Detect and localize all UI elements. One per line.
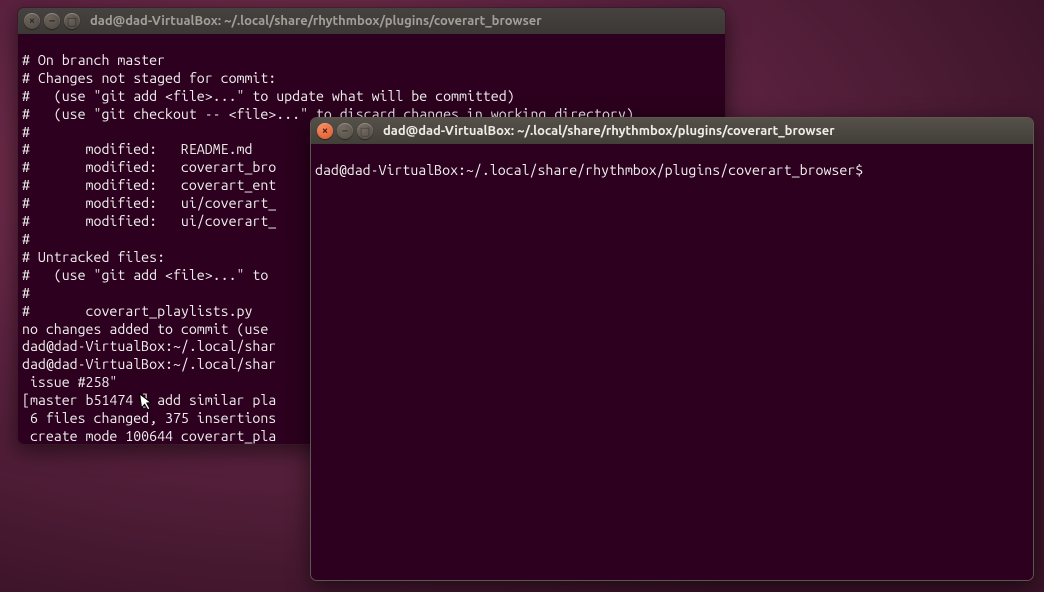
- maximize-icon[interactable]: □: [64, 13, 80, 29]
- output-line: # Changes not staged for commit:: [22, 70, 276, 86]
- output-line: # coverart_playlists.py: [22, 303, 252, 319]
- maximize-icon[interactable]: □: [357, 123, 373, 139]
- output-line: create mode 100644 coverart_pla: [22, 428, 276, 444]
- terminal-prompt: dad@dad-VirtualBox:~/.local/share/rhythm…: [315, 162, 871, 178]
- terminal-output-front[interactable]: dad@dad-VirtualBox:~/.local/share/rhythm…: [311, 144, 1033, 580]
- output-line: #: [22, 231, 30, 247]
- titlebar-front[interactable]: × – □ dad@dad-VirtualBox: ~/.local/share…: [311, 118, 1033, 144]
- output-line: # modified: coverart_bro: [22, 159, 276, 175]
- output-line: issue #258": [22, 374, 117, 390]
- window-title: dad@dad-VirtualBox: ~/.local/share/rhyth…: [90, 14, 542, 28]
- output-line: # modified: README.md: [22, 141, 252, 157]
- output-line: no changes added to commit (use: [22, 321, 276, 337]
- titlebar-back[interactable]: × – □ dad@dad-VirtualBox: ~/.local/share…: [18, 8, 725, 34]
- output-line: # On branch master: [22, 52, 165, 68]
- output-line: #: [22, 285, 30, 301]
- output-line: dad@dad-VirtualBox:~/.local/shar: [22, 356, 276, 372]
- close-icon[interactable]: ×: [317, 123, 333, 139]
- output-line: # modified: ui/coverart_: [22, 195, 276, 211]
- terminal-window-front[interactable]: × – □ dad@dad-VirtualBox: ~/.local/share…: [310, 117, 1034, 581]
- minimize-icon[interactable]: –: [44, 13, 60, 29]
- output-line: # modified: ui/coverart_: [22, 213, 276, 229]
- output-line: 6 files changed, 375 insertions: [22, 410, 276, 426]
- output-line: # Untracked files:: [22, 249, 165, 265]
- close-icon[interactable]: ×: [24, 13, 40, 29]
- window-title: dad@dad-VirtualBox: ~/.local/share/rhyth…: [383, 124, 835, 138]
- output-line: # (use "git add <file>..." to: [22, 267, 276, 283]
- output-line: dad@dad-VirtualBox:~/.local/shar: [22, 338, 276, 354]
- output-line: # (use "git add <file>..." to update wha…: [22, 88, 515, 104]
- output-line: [master b51474 ] add similar pla: [22, 392, 276, 408]
- output-line: # modified: coverart_ent: [22, 177, 276, 193]
- output-line: #: [22, 124, 30, 140]
- minimize-icon[interactable]: –: [337, 123, 353, 139]
